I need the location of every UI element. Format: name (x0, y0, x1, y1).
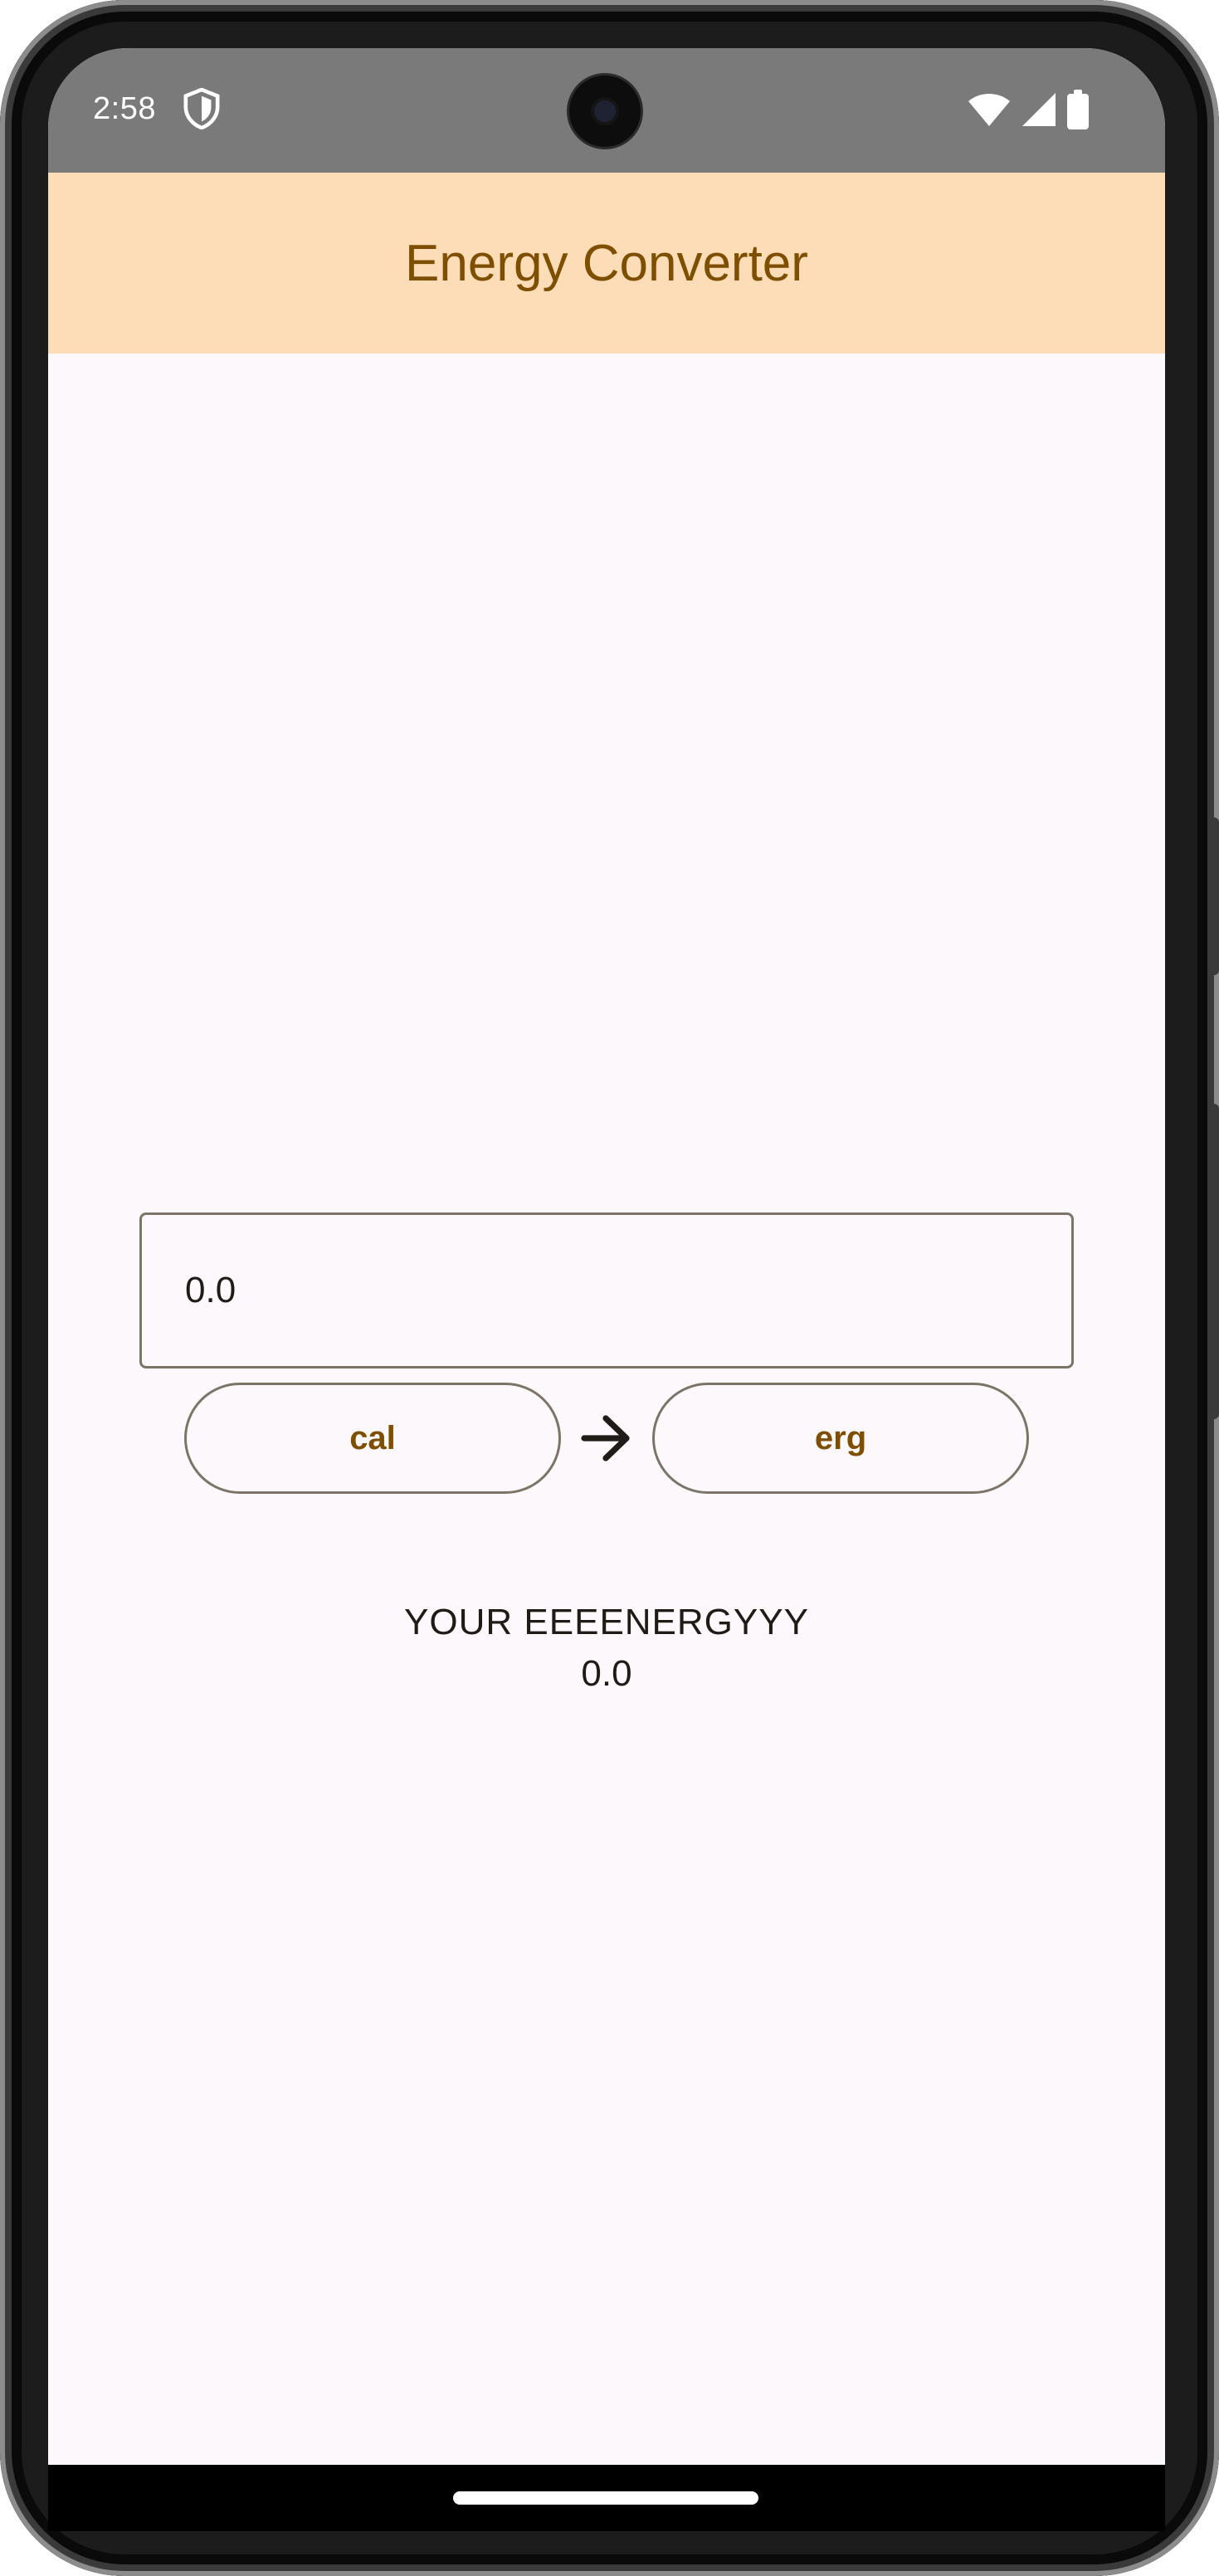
status-icons (968, 90, 1089, 129)
result-value: 0.0 (581, 1653, 632, 1694)
to-unit-button[interactable]: erg (652, 1383, 1029, 1494)
volume-button (1209, 1104, 1219, 1419)
app-bar: Energy Converter (48, 173, 1165, 354)
arrow-right-icon (581, 1415, 630, 1461)
result-label: YOUR EEEENERGYYY (404, 1602, 809, 1642)
app-title: Energy Converter (405, 234, 808, 292)
unit-selector-row: cal erg (184, 1383, 1031, 1494)
wifi-icon (968, 94, 1010, 126)
energy-value-input[interactable] (139, 1212, 1074, 1368)
signal-icon (1022, 93, 1056, 126)
status-bar: 2:58 (48, 48, 1165, 173)
battery-icon (1067, 90, 1089, 129)
front-camera (569, 76, 641, 147)
phone-frame: 2:58 Energy Converter 0.0 cal erg YOUR E… (0, 0, 1219, 2576)
from-unit-button[interactable]: cal (184, 1383, 561, 1494)
home-indicator[interactable] (453, 2491, 758, 2505)
screen: 2:58 Energy Converter 0.0 cal erg YOUR E… (48, 48, 1165, 2465)
power-button (1209, 817, 1219, 975)
shield-icon (183, 88, 220, 129)
status-time: 2:58 (93, 91, 156, 126)
